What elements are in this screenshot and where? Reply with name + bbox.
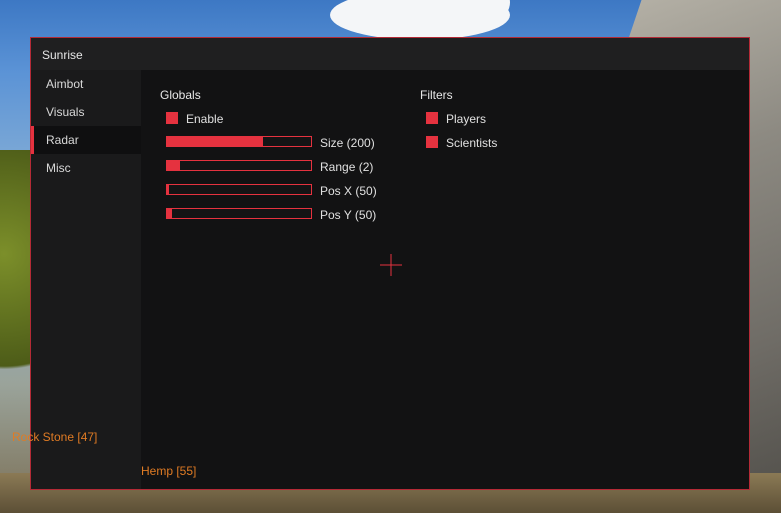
esp-hemp-label: Hemp [55] bbox=[141, 464, 197, 478]
pos-y-slider-fill bbox=[167, 209, 173, 218]
pos-y-slider[interactable] bbox=[166, 208, 312, 219]
sidebar-item-aimbot[interactable]: Aimbot bbox=[31, 70, 141, 98]
size-slider-label: Size (200) bbox=[320, 136, 375, 150]
sidebar: Aimbot Visuals Radar Misc bbox=[31, 70, 141, 489]
pos-x-slider-label: Pos X (50) bbox=[320, 184, 377, 198]
pos-x-slider-fill bbox=[167, 185, 170, 194]
players-checkbox[interactable] bbox=[426, 112, 438, 124]
players-label: Players bbox=[446, 112, 487, 126]
esp-rock-stone-label: Rock Stone [47] bbox=[12, 430, 98, 444]
size-slider-fill bbox=[167, 137, 264, 146]
radar-panel: Globals Enable Size (200) Range (2) Pos … bbox=[141, 70, 749, 489]
pos-x-slider[interactable] bbox=[166, 184, 312, 195]
range-slider[interactable] bbox=[166, 160, 312, 171]
sidebar-item-visuals[interactable]: Visuals bbox=[31, 98, 141, 126]
scientists-label: Scientists bbox=[446, 136, 498, 150]
range-slider-fill bbox=[167, 161, 180, 170]
enable-checkbox[interactable] bbox=[166, 112, 178, 124]
radar-crosshair-icon bbox=[380, 254, 402, 276]
enable-label: Enable bbox=[186, 112, 224, 126]
scientists-checkbox[interactable] bbox=[426, 136, 438, 148]
pos-y-slider-label: Pos Y (50) bbox=[320, 208, 377, 222]
title-bar[interactable]: Sunrise bbox=[31, 38, 749, 70]
range-slider-label: Range (2) bbox=[320, 160, 374, 174]
app-title: Sunrise bbox=[42, 48, 83, 62]
sidebar-item-misc[interactable]: Misc bbox=[31, 154, 141, 182]
cheat-menu-window: Sunrise Aimbot Visuals Radar Misc Global… bbox=[30, 37, 750, 490]
sidebar-item-radar[interactable]: Radar bbox=[31, 126, 141, 154]
size-slider[interactable] bbox=[166, 136, 312, 147]
filters-section-title: Filters bbox=[420, 88, 453, 102]
globals-section-title: Globals bbox=[160, 88, 201, 102]
